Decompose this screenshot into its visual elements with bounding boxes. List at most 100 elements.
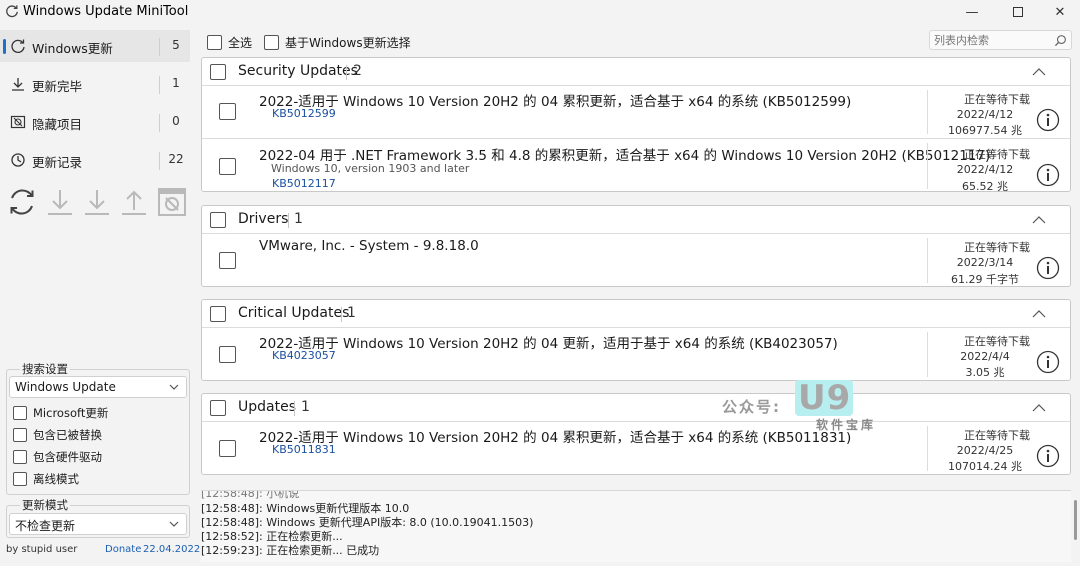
category-count: 1 (347, 305, 356, 321)
divider (159, 152, 160, 170)
update-item[interactable]: 2022-适用于 Windows 10 Version 20H2 的 04 更新… (202, 328, 1070, 381)
search-input[interactable] (934, 34, 1049, 47)
update-size: 3.05 兆 (965, 366, 1005, 379)
checkbox[interactable] (264, 35, 279, 50)
update-subtitle: Windows 10, version 1903 and later (271, 162, 470, 175)
chevron-up-icon[interactable] (1032, 213, 1046, 227)
divider (159, 76, 160, 94)
divider (346, 65, 347, 80)
category-checkbox[interactable] (210, 212, 226, 228)
log-scrollbar[interactable] (1074, 500, 1077, 540)
divider (927, 238, 928, 283)
chevron-up-icon[interactable] (1032, 401, 1046, 415)
microsoft-update-checkbox[interactable]: Microsoft更新 (13, 404, 108, 422)
divider (927, 143, 928, 189)
update-checkbox[interactable] (219, 103, 236, 120)
info-icon[interactable] (1036, 444, 1060, 468)
minimize-button[interactable]: — (952, 2, 992, 22)
info-icon[interactable] (1036, 256, 1060, 280)
update-checkbox[interactable] (219, 158, 236, 175)
chevron-up-icon[interactable] (1032, 307, 1046, 321)
info-icon[interactable] (1036, 163, 1060, 187)
update-item[interactable]: 2022-04 用于 .NET Framework 3.5 和 4.8 的累积更… (202, 138, 1070, 193)
update-date: 2022/4/25 (956, 444, 1014, 457)
divider (159, 114, 160, 132)
category-checkbox[interactable] (210, 306, 226, 322)
update-checkbox[interactable] (219, 252, 236, 269)
search-box[interactable] (929, 30, 1072, 50)
select-all-checkbox[interactable]: 全选 (207, 34, 252, 51)
checkbox-label: Microsoft更新 (33, 406, 109, 420)
update-item[interactable]: VMware, Inc. - System - 9.8.18.0 正在等待下载 … (202, 234, 1070, 287)
checkbox[interactable] (13, 450, 27, 464)
upload-icon[interactable] (118, 186, 150, 218)
select-by-windows-checkbox[interactable]: 基于Windows更新选择 (264, 34, 411, 51)
maximize-button[interactable] (998, 2, 1038, 22)
update-mode-select[interactable]: 不检查更新 (9, 513, 187, 535)
donate-link[interactable]: Donate (105, 544, 141, 555)
category-header[interactable]: Security Updates 2 (202, 58, 1070, 86)
watermark-prefix: 公众号: (722, 398, 781, 416)
update-date: 2022/4/4 (960, 350, 1010, 363)
checkbox[interactable] (207, 35, 222, 50)
update-status: 正在等待下载 (964, 429, 1030, 442)
info-icon[interactable] (1036, 350, 1060, 374)
category-checkbox[interactable] (210, 64, 226, 80)
category-header[interactable]: Critical Updates 1 (202, 300, 1070, 328)
download-icon[interactable] (44, 186, 76, 218)
divider (927, 426, 928, 471)
update-checkbox[interactable] (219, 346, 236, 363)
refresh-button[interactable] (6, 186, 38, 218)
update-source-select[interactable]: Windows Update (9, 376, 187, 398)
select-all-label: 全选 (228, 36, 253, 50)
checkbox-label: 包含硬件驱动 (33, 450, 102, 464)
update-status: 正在等待下载 (964, 148, 1030, 161)
update-size: 65.52 兆 (962, 180, 1008, 193)
chevron-up-icon[interactable] (1032, 65, 1046, 79)
category-name: Security Updates (238, 63, 358, 79)
category-header[interactable]: Updates 1 (202, 394, 1070, 422)
watermark-logo: U9 (798, 378, 852, 418)
kb-link[interactable]: KB4023057 (272, 349, 336, 362)
sidebar-item-updates-done[interactable]: 更新完毕 1 (0, 68, 190, 100)
search-settings-title: 搜索设置 (20, 361, 70, 377)
checkbox[interactable] (13, 406, 27, 420)
category-drivers: Drivers 1 VMware, Inc. - System - 9.8.18… (201, 205, 1071, 287)
sidebar-item-count: 0 (172, 114, 180, 128)
offline-mode-checkbox[interactable]: 离线模式 (13, 470, 79, 488)
category-count: 1 (294, 211, 303, 227)
update-status: 正在等待下载 (964, 335, 1030, 348)
kb-link[interactable]: KB5012599 (272, 107, 336, 120)
hide-icon[interactable] (156, 186, 188, 218)
update-checkbox[interactable] (219, 440, 236, 457)
close-button[interactable]: ✕ (1040, 2, 1080, 22)
include-drivers-checkbox[interactable]: 包含硬件驱动 (13, 448, 102, 466)
include-superseded-checkbox[interactable]: 包含已被替换 (13, 426, 102, 444)
sidebar-item-history[interactable]: 更新记录 22 (0, 144, 190, 176)
kb-link[interactable]: KB5011831 (272, 443, 336, 456)
search-icon[interactable] (1054, 34, 1067, 47)
chevron-down-icon (169, 521, 179, 527)
update-mode-value: 不检查更新 (15, 519, 76, 533)
category-header[interactable]: Drivers 1 (202, 206, 1070, 234)
sidebar-item-hidden[interactable]: 隐藏项目 0 (0, 106, 190, 138)
sidebar-item-windows-update[interactable]: Windows更新 5 (0, 30, 190, 62)
info-icon[interactable] (1036, 108, 1060, 132)
category-updates: Updates 1 2022-适用于 Windows 10 Version 20… (201, 393, 1071, 475)
close-icon: ✕ (1054, 4, 1066, 20)
history-icon (11, 153, 25, 167)
checkbox[interactable] (13, 428, 27, 442)
kb-link[interactable]: KB5012117 (272, 177, 336, 190)
category-checkbox[interactable] (210, 400, 226, 416)
update-size: 107014.24 兆 (948, 460, 1022, 473)
sidebar-item-count: 22 (168, 152, 184, 166)
install-icon[interactable] (81, 186, 113, 218)
divider (294, 401, 295, 416)
checkbox[interactable] (13, 472, 27, 486)
log-line: [12:59:23]: 正在检索更新... 已成功 (201, 544, 380, 557)
sidebar-item-count: 5 (172, 38, 180, 52)
update-item[interactable]: 2022-适用于 Windows 10 Version 20H2 的 04 累积… (202, 422, 1070, 475)
update-item[interactable]: 2022-适用于 Windows 10 Version 20H2 的 04 累积… (202, 86, 1070, 138)
checkbox-label: 包含已被替换 (33, 428, 102, 442)
update-status: 正在等待下载 (964, 93, 1030, 106)
